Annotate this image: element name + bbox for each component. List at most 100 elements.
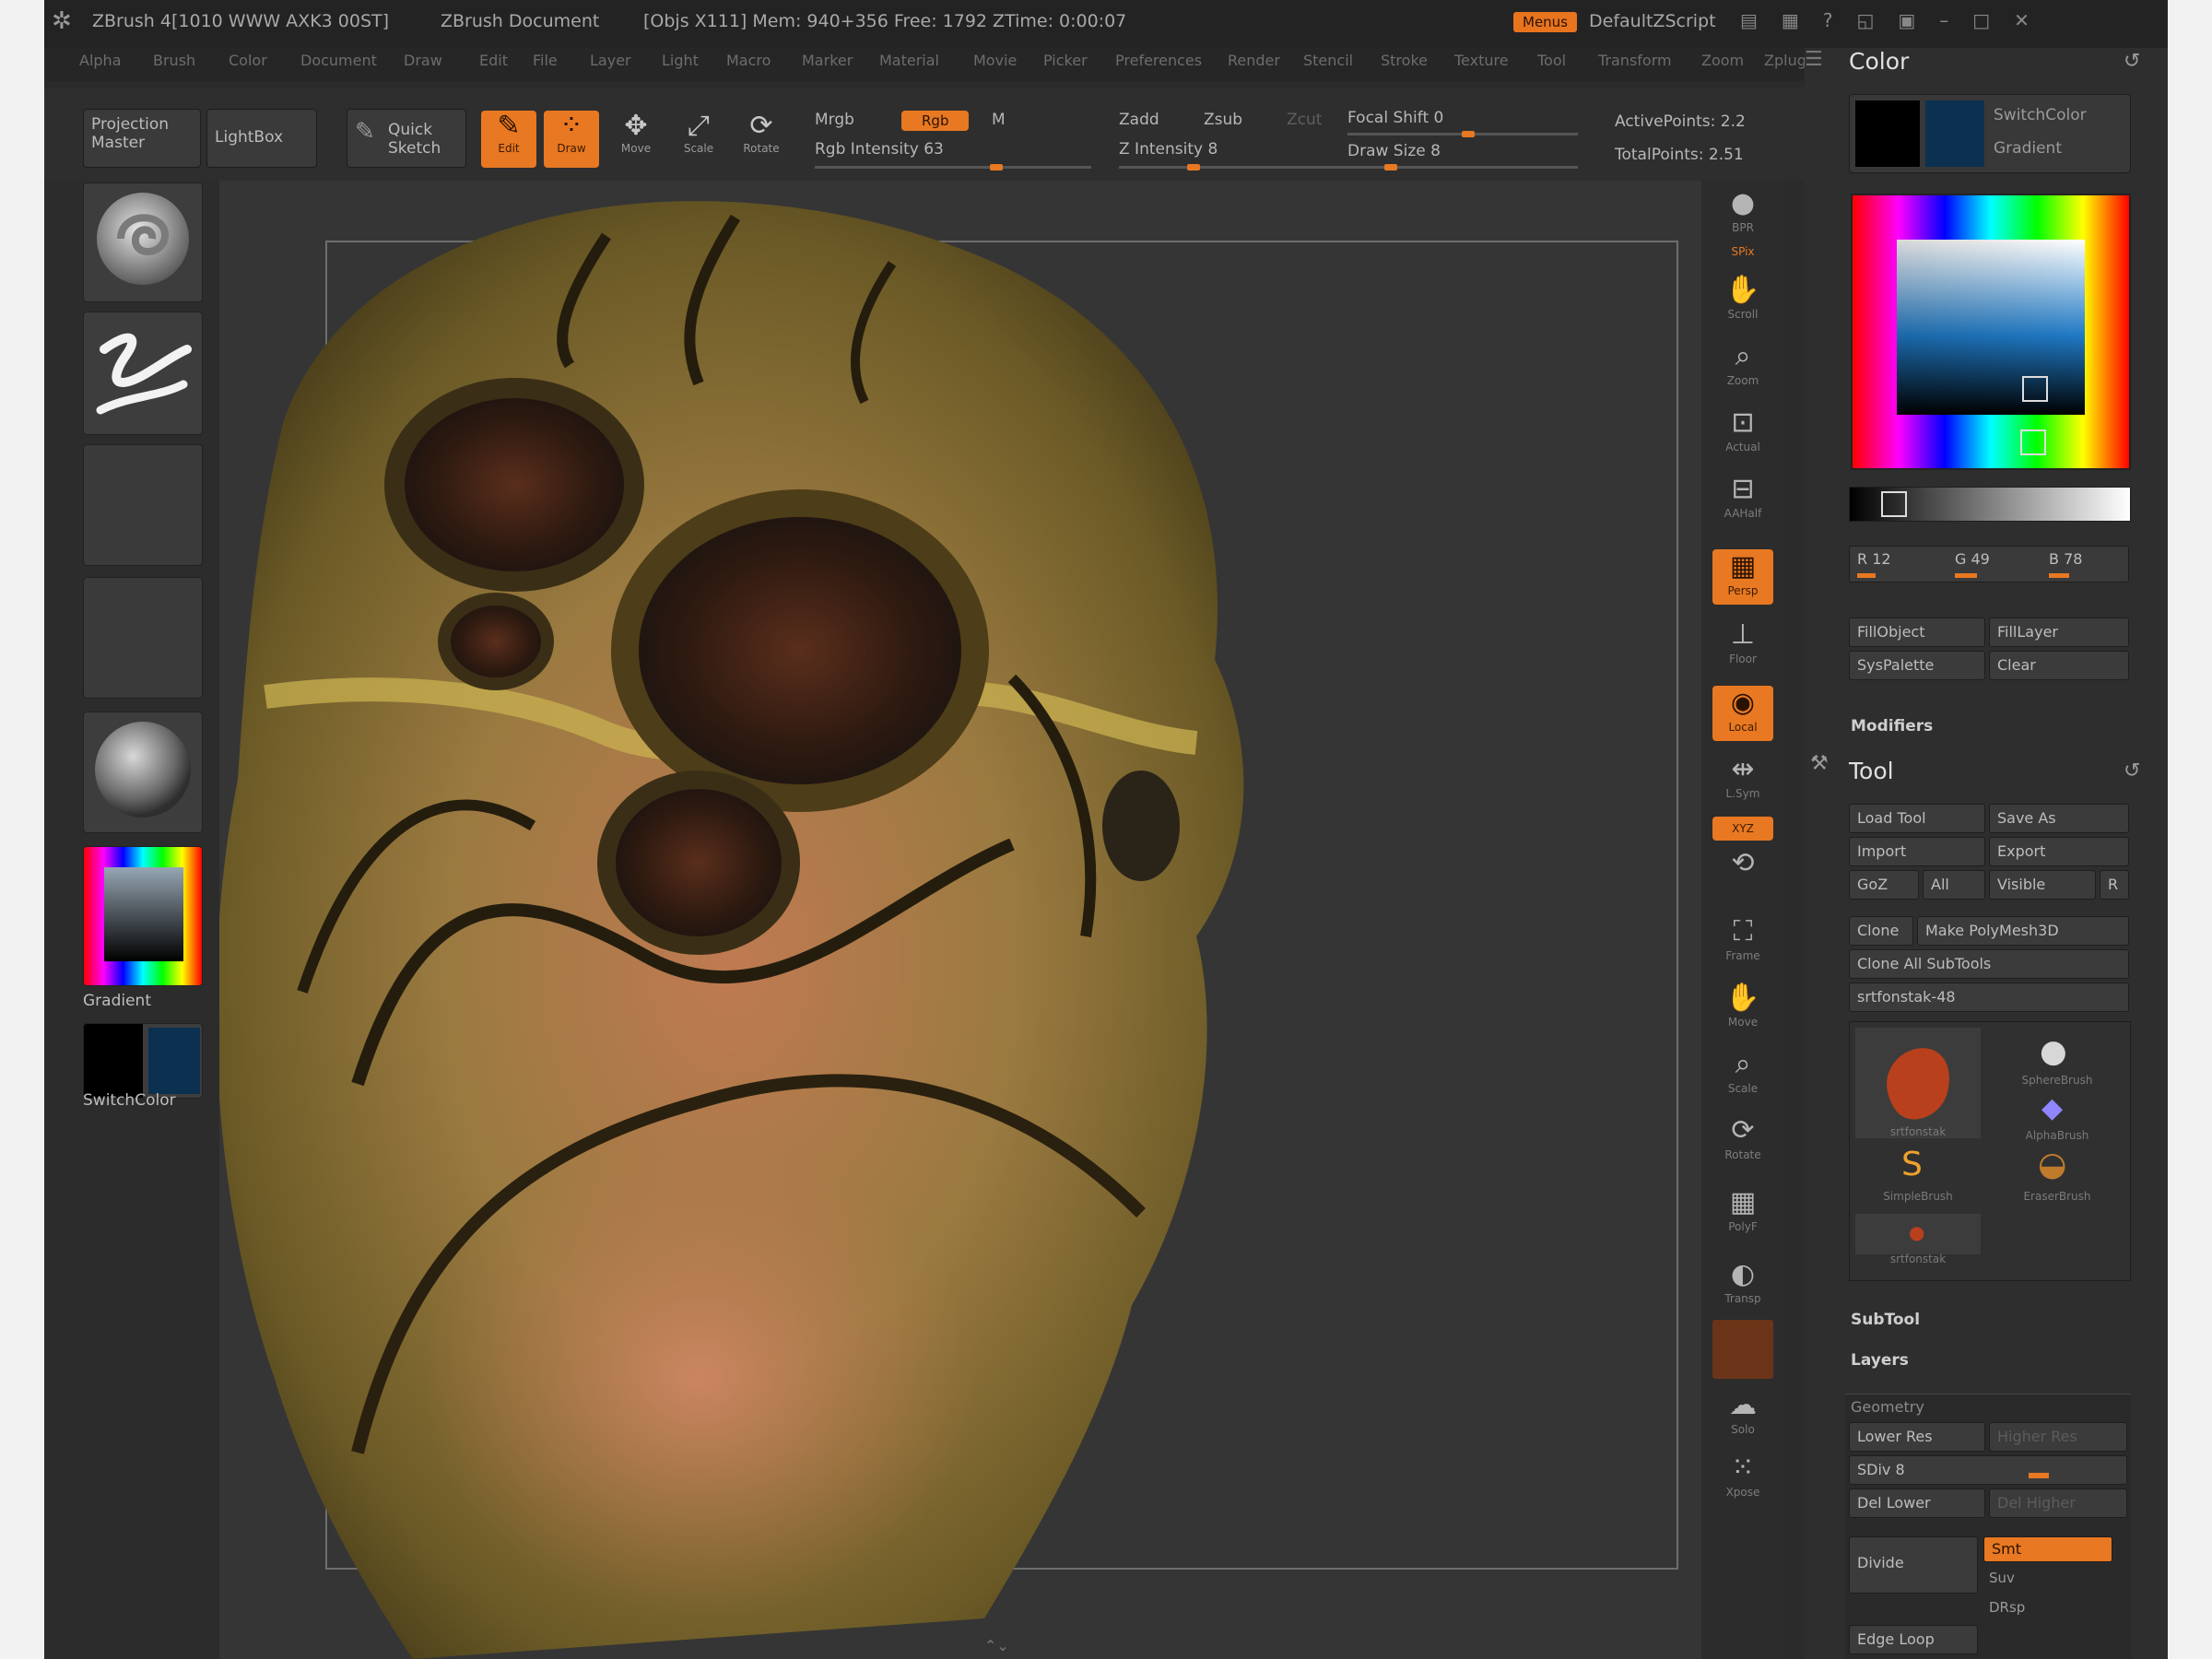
eraserbrush-icon[interactable]: ◒ (2038, 1146, 2066, 1183)
menu-file[interactable]: File (533, 52, 558, 69)
rgb-sliders[interactable]: R 12 G 49 B 78 (1849, 546, 2129, 582)
blue-slider[interactable]: B 78 (2049, 550, 2082, 568)
lightbox-button[interactable]: LightBox (206, 109, 317, 168)
color-palette-reset-icon[interactable]: ↺ (2124, 50, 2140, 73)
menu-alpha[interactable]: Alpha (79, 52, 122, 69)
grayscale-marker[interactable] (1881, 491, 1907, 517)
bpr-button[interactable]: ● BPR (1712, 186, 1773, 241)
menu-picker[interactable]: Picker (1043, 52, 1088, 69)
sdiv-slider[interactable]: SDiv 8 (1849, 1455, 2127, 1485)
scroll-handle-icon[interactable]: ⌃⌄ (984, 1637, 1009, 1654)
simplebrush-icon[interactable]: S (1901, 1146, 1923, 1183)
tool-palette-reset-icon[interactable]: ↺ (2124, 759, 2140, 782)
drsp-toggle[interactable]: DRsp (1989, 1599, 2025, 1616)
menu-render[interactable]: Render (1228, 52, 1280, 69)
zoom-button[interactable]: ⌕ Zoom (1712, 339, 1773, 394)
r-button[interactable]: R (2100, 870, 2129, 900)
menu-brush[interactable]: Brush (153, 52, 195, 69)
edge-loop-button[interactable]: Edge Loop (1849, 1625, 1978, 1654)
alphabrush-icon[interactable]: ◆ (2041, 1092, 2063, 1124)
save-as-button[interactable]: Save As (1989, 804, 2129, 833)
focal-shift-slider[interactable] (1347, 131, 1578, 137)
spherebrush-icon[interactable]: ● (2040, 1033, 2067, 1070)
tool-palette-title[interactable]: Tool (1849, 758, 1894, 784)
secondary-color-swatch[interactable] (84, 1024, 143, 1098)
menu-draw[interactable]: Draw (404, 52, 442, 69)
color-picker[interactable] (1851, 194, 2131, 470)
floor-button[interactable]: ⊥ Floor (1712, 618, 1773, 673)
menu-material[interactable]: Material (879, 52, 939, 69)
load-tool-button[interactable]: Load Tool (1849, 804, 1985, 833)
menu-stencil[interactable]: Stencil (1303, 52, 1353, 69)
switchcolor-mini[interactable] (83, 1023, 203, 1099)
document-canvas[interactable]: ⌃⌄ (219, 181, 1754, 1659)
m-toggle[interactable]: M (992, 111, 1006, 129)
scroll-button[interactable]: ✋ Scroll (1712, 273, 1773, 328)
rotate-view-button[interactable]: ⟳ Rotate (1712, 1113, 1773, 1169)
gradient-button[interactable]: Gradient (1994, 139, 2062, 158)
menu-transform[interactable]: Transform (1598, 52, 1672, 69)
quick-sketch-button[interactable]: ✎ Quick Sketch (347, 109, 466, 168)
mrgb-toggle[interactable]: Mrgb (815, 111, 854, 129)
actual-button[interactable]: ⊡ Actual (1712, 406, 1773, 461)
close-icon[interactable]: ✕ (2014, 9, 2053, 31)
menu-tool[interactable]: Tool (1537, 52, 1566, 69)
menu-layer[interactable]: Layer (590, 52, 631, 69)
rotate-mode-button[interactable]: ⟳ Rotate (734, 111, 789, 168)
menus-button[interactable]: Menus (1513, 12, 1577, 32)
stroke-selector[interactable] (83, 312, 203, 435)
minimize-icon[interactable]: – (1939, 9, 1972, 31)
secondary-color[interactable] (1855, 100, 1920, 167)
focal-shift-slider-label[interactable]: Focal Shift 0 (1347, 109, 1443, 127)
fillobject-button[interactable]: FillObject (1849, 618, 1985, 647)
zbrush-logo-icon[interactable]: ✲ (52, 7, 72, 35)
solo-button[interactable]: ☁ Solo (1712, 1388, 1773, 1443)
small-tool-thumb[interactable]: ● (1855, 1214, 1981, 1254)
layers-section[interactable]: Layers (1851, 1351, 1909, 1370)
zcut-toggle[interactable]: Zcut (1287, 111, 1322, 129)
make-polymesh-button[interactable]: Make PolyMesh3D (1917, 916, 2129, 946)
lsym-button[interactable]: ⇹ L.Sym (1712, 752, 1773, 807)
default-zscript[interactable]: DefaultZScript (1589, 11, 1716, 31)
tray-grip-icon[interactable]: ☰ (1805, 48, 1830, 76)
rotate-axis-button[interactable]: ⟲ (1712, 846, 1773, 887)
persp-button[interactable]: ▦ Persp (1712, 549, 1773, 605)
z-intensity-slider-label[interactable]: Z Intensity 8 (1119, 140, 1218, 159)
export-button[interactable]: Export (1989, 837, 2129, 866)
menu-texture[interactable]: Texture (1454, 52, 1509, 69)
palette-icon[interactable]: ▦ (1782, 9, 1823, 31)
scale-view-button[interactable]: ⌕ Scale (1712, 1047, 1773, 1102)
local-button[interactable]: ◉ Local (1712, 686, 1773, 741)
current-tool-slider[interactable]: srtfonstak-48 (1849, 982, 2129, 1012)
menu-document[interactable]: Document (300, 52, 377, 69)
del-higher-button[interactable]: Del Higher (1989, 1488, 2127, 1518)
xpose-button[interactable]: ⁙ Xpose (1712, 1451, 1773, 1506)
lock-icon[interactable]: ▣ (1898, 9, 1939, 31)
menu-edit[interactable]: Edit (479, 52, 508, 69)
alpha-selector[interactable] (83, 444, 203, 566)
draw-size-slider-label[interactable]: Draw Size 8 (1347, 142, 1441, 160)
goz-button[interactable]: GoZ (1849, 870, 1919, 900)
visible-button[interactable]: Visible (1989, 870, 2096, 900)
scale-mode-button[interactable]: ⤢ Scale (671, 111, 726, 168)
divide-button[interactable]: Divide (1849, 1536, 1978, 1594)
color-palette-title[interactable]: Color (1849, 48, 1909, 75)
zadd-toggle[interactable]: Zadd (1119, 111, 1159, 129)
texture-selector[interactable] (83, 577, 203, 699)
suv-toggle[interactable]: Suv (1989, 1570, 2015, 1586)
zsub-toggle[interactable]: Zsub (1204, 111, 1242, 129)
move-view-button[interactable]: ✋ Move (1712, 981, 1773, 1036)
rgb-toggle[interactable]: Rgb (901, 111, 970, 131)
menu-color[interactable]: Color (229, 52, 267, 69)
material-selector[interactable] (83, 712, 203, 833)
import-button[interactable]: Import (1849, 837, 1985, 866)
edit-mode-button[interactable]: ✎ Edit (481, 111, 536, 168)
syspalette-button[interactable]: SysPalette (1849, 651, 1985, 680)
rgb-intensity-slider[interactable] (815, 164, 1091, 171)
lower-res-button[interactable]: Lower Res (1849, 1422, 1985, 1452)
menu-marker[interactable]: Marker (802, 52, 853, 69)
menu-movie[interactable]: Movie (973, 52, 1017, 69)
maximize-icon[interactable]: □ (1972, 9, 2014, 31)
current-tool-thumb[interactable] (1855, 1028, 1981, 1138)
rgb-intensity-slider-label[interactable]: Rgb Intensity 63 (815, 140, 944, 159)
